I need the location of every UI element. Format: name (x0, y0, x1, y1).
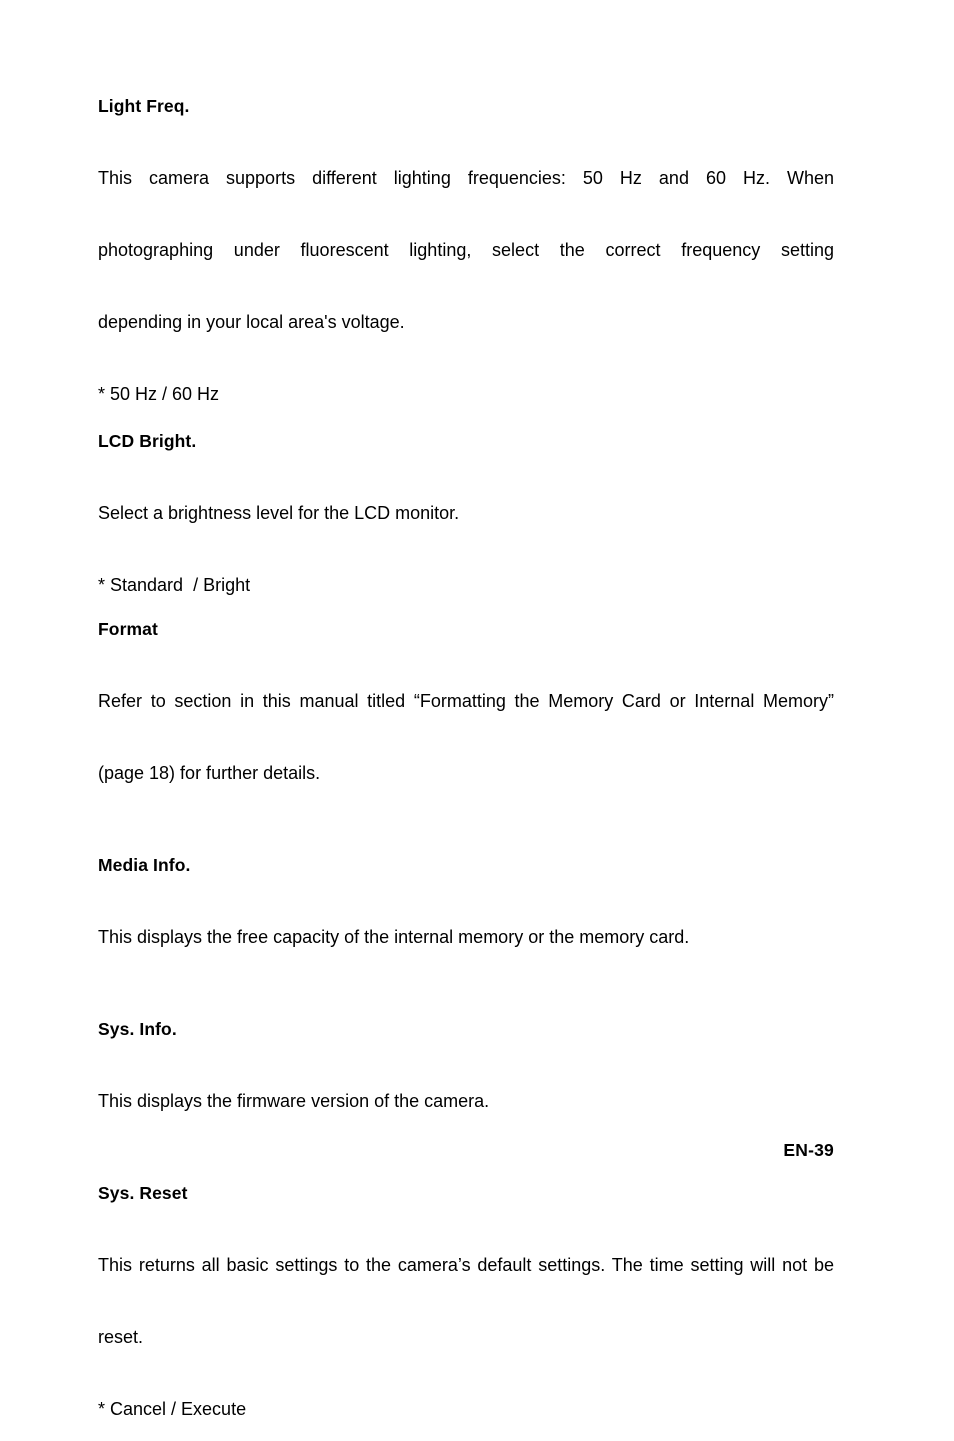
body-line: This displays the free capacity of the i… (98, 927, 690, 947)
body-line: depending in your local area's voltage. (98, 312, 405, 332)
section-heading: Format (98, 619, 158, 639)
section-light-freq: Light Freq. This camera supports differe… (98, 94, 834, 406)
body-line: photographing under fluorescent lighting… (98, 240, 834, 260)
body-line: Select a brightness level for the LCD mo… (98, 503, 460, 523)
section-body: Refer to section in this manual titled “… (98, 641, 834, 833)
section-sys-reset: Sys. Reset This returns all basic settin… (98, 1181, 834, 1421)
section-body: This displays the free capacity of the i… (98, 877, 834, 997)
section-lcd-bright: LCD Bright. Select a brightness level fo… (98, 429, 834, 597)
body-line: This camera supports different lighting … (98, 168, 834, 188)
section-heading: Media Info. (98, 855, 191, 875)
section-format: Format Refer to section in this manual t… (98, 617, 834, 833)
body-line: This returns all basic settings to the c… (98, 1255, 834, 1275)
section-heading: LCD Bright. (98, 431, 197, 451)
section-body: This returns all basic settings to the c… (98, 1205, 834, 1397)
document-page: Light Freq. This camera supports differe… (0, 0, 954, 1419)
section-body: This camera supports different lighting … (98, 118, 834, 382)
section-heading: Light Freq. (98, 96, 190, 116)
page-footer: EN-39 (783, 1140, 834, 1160)
body-line: Refer to section in this manual titled “… (98, 691, 834, 711)
section-media-info: Media Info. This displays the free capac… (98, 853, 834, 997)
body-line: This displays the firmware version of th… (98, 1091, 490, 1111)
section-options: * 50 Hz / 60 Hz (98, 384, 220, 404)
section-heading: Sys. Reset (98, 1183, 188, 1203)
section-heading: Sys. Info. (98, 1019, 177, 1039)
body-line: reset. (98, 1327, 144, 1347)
section-body: Select a brightness level for the LCD mo… (98, 453, 834, 573)
section-options: * Cancel / Execute (98, 1399, 247, 1419)
page-content: Light Freq. This camera supports differe… (98, 94, 834, 1441)
section-options: * Standard / Bright (98, 575, 251, 595)
body-line: (page 18) for further details. (98, 763, 321, 783)
